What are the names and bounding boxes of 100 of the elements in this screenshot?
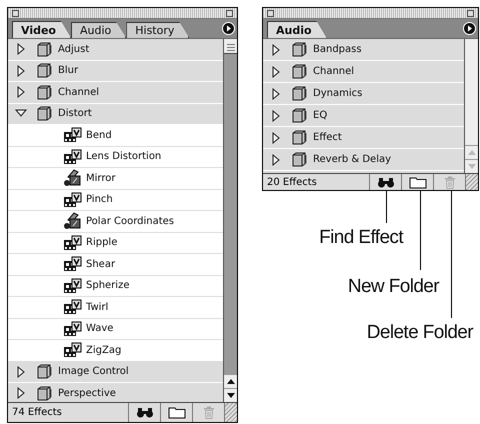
folder-icon [291,108,307,123]
collapsed-triangle-icon[interactable] [270,44,282,56]
effect-label: Ripple [86,237,118,248]
folder-label: Channel [58,86,100,98]
title-bar[interactable] [263,8,478,19]
folder-label: Blur [58,65,78,76]
collapsed-triangle-icon[interactable] [15,366,27,378]
folder-icon [168,406,186,419]
filter-row[interactable]: Lens Distortion [8,146,223,168]
folder-icon [291,64,307,79]
collapsed-triangle-icon[interactable] [15,43,27,56]
folder-icon [36,106,52,122]
callout-label: Find Effect [319,227,403,249]
close-box[interactable] [267,10,274,16]
binoculars-icon [376,176,394,188]
folder-icon [36,63,52,78]
collapsed-triangle-icon[interactable] [15,64,27,77]
folder-label: Channel [313,66,354,77]
filter-row[interactable]: Shear [8,254,223,276]
callout-label: Delete Folder [366,322,473,344]
arrow-icon [224,24,233,33]
folder-icon [291,86,307,101]
tab[interactable]: Audio [70,22,126,38]
folder-label: Effect [313,132,342,143]
folder-icon [36,364,52,380]
effect-label: Lens Distortion [86,151,162,162]
resize-grip[interactable] [224,403,237,422]
filter-row[interactable]: Ripple [8,232,223,254]
collapsed-triangle-icon[interactable] [270,88,282,100]
folder-icon [36,386,52,401]
folder-label: EQ [313,110,328,121]
scroll-up-button[interactable] [224,374,237,388]
collapsed-triangle-icon[interactable] [270,66,282,78]
filter-row[interactable]: Mirror [8,168,223,190]
close-box[interactable] [12,10,19,16]
filmstrip-icon [63,342,83,358]
folder-row[interactable]: Distort [8,104,223,125]
filmstrip-icon [63,148,83,165]
folder-icon [291,42,307,57]
filmstrip-icon [63,127,83,144]
filmstrip-icon [63,320,83,337]
effect-label: Spherize [86,280,130,292]
folder-icon [36,42,52,57]
filter-row[interactable]: Polar Coordinates [8,211,223,232]
filmstrip-icon [63,278,83,294]
filter-row[interactable]: Wave [8,318,223,340]
up-arrow-icon [226,379,234,384]
collapsed-triangle-icon[interactable] [15,387,27,400]
folder-label: Adjust [58,44,90,55]
effect-label: Mirror [86,172,116,184]
down-arrow-icon [468,164,476,169]
filter-row[interactable]: Twirl [8,297,223,318]
folder-label: Distort [58,108,92,120]
collapsed-triangle-icon[interactable] [270,110,282,122]
folder-icon [291,130,307,145]
title-bar[interactable] [8,8,237,19]
tab[interactable]: Audio [267,21,327,38]
filmstrip-icon [63,192,83,208]
folder-row[interactable]: Image Control [8,362,223,383]
folder-label: Dynamics [313,88,362,99]
plug-in-icon [63,169,83,188]
filter-row[interactable]: Bend [8,125,223,146]
effect-label: Pinch [86,194,113,206]
tab[interactable]: History [126,22,190,38]
menu-button[interactable] [463,22,476,35]
filter-row[interactable]: ZigZag [8,340,223,362]
collapsed-triangle-icon[interactable] [270,154,282,166]
filmstrip-icon [63,299,83,316]
folder-icon [36,84,52,100]
scroll-down-button[interactable] [224,388,237,402]
effect-label: Shear [86,258,116,270]
filter-row[interactable]: Pinch [8,190,223,211]
filmstrip-icon [63,234,83,251]
zoom-box[interactable] [467,10,474,16]
expanded-triangle-icon[interactable] [15,109,27,118]
folder-label: Image Control [58,366,129,378]
menu-button[interactable] [222,22,235,35]
folder-row[interactable]: Blur [8,60,223,82]
down-arrow-icon [226,393,234,398]
trash-icon [202,406,214,419]
effects-count: 20 Effects [266,176,318,188]
folder-icon [291,152,307,167]
collapsed-triangle-icon[interactable] [15,86,27,98]
folder-label: Bandpass [313,44,362,55]
zoom-box[interactable] [226,10,233,16]
collapsed-triangle-icon[interactable] [270,132,282,144]
scrollbar[interactable] [223,39,237,402]
callout-label: New Folder [348,276,439,298]
effect-label: Twirl [86,302,108,313]
folder-icon [408,176,426,188]
resize-grip[interactable] [465,174,478,190]
effect-label: Polar Coordinates [86,216,174,227]
scroll-thumb[interactable] [224,39,237,54]
folder-label: Reverb & Delay [313,154,392,165]
effects-count: 74 Effects [11,407,63,418]
filter-row[interactable]: Spherize [8,276,223,297]
plug-in-icon [63,212,83,230]
folder-label: Perspective [58,388,116,399]
filmstrip-icon [63,256,83,272]
tab[interactable]: Video [12,21,71,38]
